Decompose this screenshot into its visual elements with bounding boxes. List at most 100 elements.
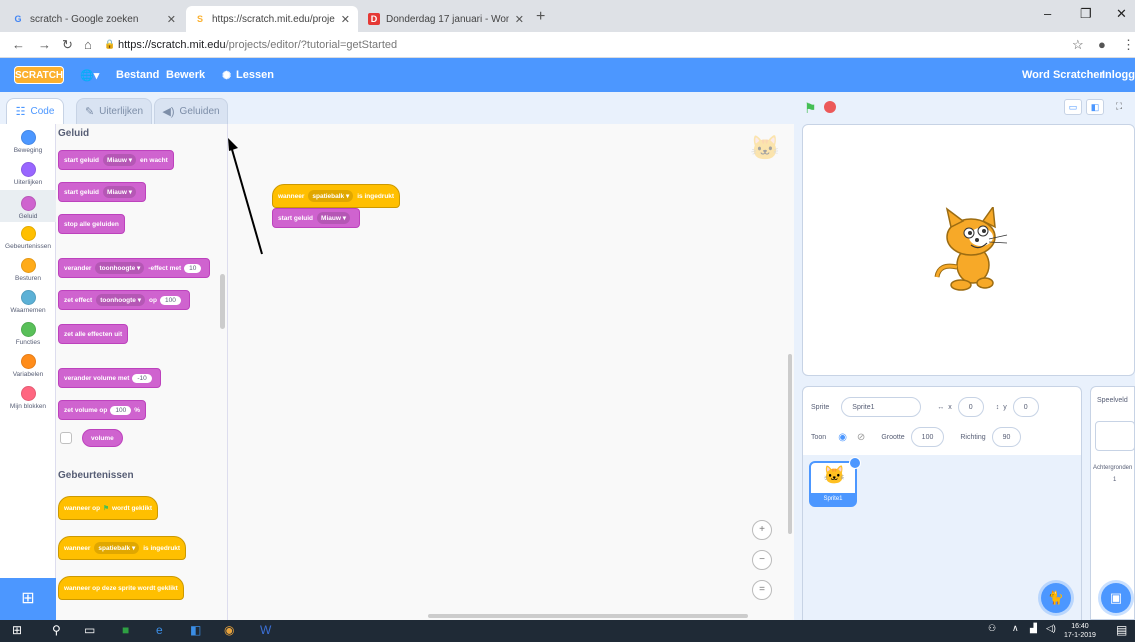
close-tab-icon[interactable]: ✕ xyxy=(167,13,176,26)
maximize-icon[interactable]: ❐ xyxy=(1080,6,1092,22)
volume-icon[interactable]: ◁) xyxy=(1046,623,1056,634)
script-hat-wanneer-ingedrukt[interactable]: wanneer spatiebalk ▾ is ingedrukt xyxy=(272,184,401,208)
notifications-icon[interactable]: ▤ xyxy=(1116,623,1127,637)
tray-chevron-icon[interactable]: ∧ xyxy=(1012,623,1019,634)
x-input[interactable]: 0 xyxy=(957,397,984,417)
edge-icon[interactable]: e xyxy=(156,623,163,637)
block-start-geluid-en-wacht[interactable]: start geluid Miauw ▾ en wacht xyxy=(58,150,174,170)
people-icon[interactable]: ⚇ xyxy=(988,623,996,634)
tab-code[interactable]: ☷ Code xyxy=(6,98,64,124)
block-wanneer-toets-ingedrukt[interactable]: wanneer spatiebalk ▾ is ingedrukt xyxy=(58,536,187,560)
close-tab-icon[interactable]: ✕ xyxy=(515,13,524,26)
key-dropdown[interactable]: spatiebalk ▾ xyxy=(94,542,140,554)
menu-kebab-icon[interactable]: ⋮ xyxy=(1122,37,1135,53)
number-input[interactable]: 100 xyxy=(110,405,132,415)
number-input[interactable]: -10 xyxy=(132,373,152,383)
tab-geluiden[interactable]: ◀) Geluiden xyxy=(154,98,228,124)
block-zet-effect[interactable]: zet effect toonhoogte ▾ op 100 xyxy=(58,290,190,310)
category-geluid[interactable]: Geluid xyxy=(0,190,56,222)
minimize-icon[interactable]: – xyxy=(1044,6,1051,21)
forward-icon[interactable]: → xyxy=(38,37,51,52)
zoom-in-button[interactable]: + xyxy=(752,520,772,540)
category-variabelen[interactable]: Variabelen xyxy=(0,354,56,378)
block-zet-alle-effecten-uit[interactable]: zet alle effecten uit xyxy=(58,324,129,344)
sign-in-link[interactable]: Inloggen xyxy=(1102,69,1135,81)
tab-uiterlijken[interactable]: ✎ Uiterlijken xyxy=(76,98,152,124)
hide-eye-icon[interactable]: ⊘ xyxy=(857,432,865,443)
windows-start-icon[interactable]: ⊞ xyxy=(12,623,22,637)
add-extension-button[interactable]: ⊞ xyxy=(0,578,56,620)
stage-backdrop-pane[interactable]: Speelveld Achtergronden 1 ▣ xyxy=(1090,386,1135,620)
backdrop-thumbnail[interactable] xyxy=(1095,421,1135,451)
sound-dropdown[interactable]: Miauw ▾ xyxy=(103,186,136,198)
block-wanneer-vlag-geklikt[interactable]: wanneer op ⚑ wordt geklikt xyxy=(58,496,159,520)
block-stop-alle-geluiden[interactable]: stop alle geluiden xyxy=(58,214,125,234)
size-input[interactable]: 100 xyxy=(910,427,945,447)
block-wanneer-sprite-geklikt[interactable]: wanneer op deze sprite wordt geklikt xyxy=(58,576,184,600)
palette-scrollbar[interactable] xyxy=(220,274,225,329)
number-input[interactable]: 10 xyxy=(184,263,202,273)
reporter-volume[interactable]: volume xyxy=(82,429,123,447)
block-zet-volume[interactable]: zet volume op 100% xyxy=(58,400,146,420)
system-clock[interactable]: 16:40 17-1-2019 xyxy=(1064,622,1096,640)
language-globe-icon[interactable]: 🌐▾ xyxy=(80,69,99,82)
green-flag-button[interactable]: ⚑ xyxy=(804,100,817,117)
category-besturen[interactable]: Besturen xyxy=(0,258,56,282)
block-verander-volume[interactable]: verander volume met -10 xyxy=(58,368,161,388)
zoom-out-button[interactable]: − xyxy=(752,550,772,570)
large-stage-button[interactable]: ◧ xyxy=(1086,99,1104,115)
category-beweging[interactable]: Beweging xyxy=(0,130,56,154)
block-verander-effect[interactable]: verander toonhoogte ▾ -effect met 10 xyxy=(58,258,211,278)
add-sprite-button[interactable]: 🐈 xyxy=(1041,583,1071,613)
category-mijn-blokken[interactable]: Mijn blokken xyxy=(0,386,56,410)
sprite-name-input[interactable]: Sprite1 xyxy=(841,397,922,417)
block-start-geluid[interactable]: start geluid Miauw ▾ xyxy=(58,182,146,202)
fullscreen-icon[interactable]: ⛶ xyxy=(1110,99,1128,115)
task-view-icon[interactable]: ▭ xyxy=(84,623,95,637)
profile-icon[interactable]: ● xyxy=(1098,37,1106,52)
browser-tab-scratch[interactable]: S https://scratch.mit.edu/projects/ ✕ xyxy=(186,6,358,32)
delete-sprite-icon[interactable] xyxy=(849,457,861,469)
sprite-thumbnail[interactable]: 🐱 Sprite1 xyxy=(809,457,861,507)
effect-dropdown[interactable]: toonhoogte ▾ xyxy=(96,294,146,306)
category-waarnemen[interactable]: Waarnemen xyxy=(0,290,56,314)
menu-lessen[interactable]: Lessen xyxy=(236,69,274,81)
add-backdrop-button[interactable]: ▣ xyxy=(1101,583,1131,613)
back-icon[interactable]: ← xyxy=(12,37,25,52)
network-icon[interactable]: ▟ xyxy=(1030,623,1037,634)
menu-bewerk[interactable]: Bewerk xyxy=(166,69,205,81)
category-gebeurtenissen[interactable]: Gebeurtenissen xyxy=(0,226,56,250)
small-stage-button[interactable]: ▭ xyxy=(1064,99,1082,115)
number-input[interactable]: 100 xyxy=(159,295,181,305)
effect-dropdown[interactable]: toonhoogte ▾ xyxy=(95,262,145,274)
chrome-icon[interactable]: ◉ xyxy=(224,623,234,637)
category-functies[interactable]: Functies xyxy=(0,322,56,346)
volume-monitor-checkbox[interactable] xyxy=(60,432,72,444)
sound-dropdown[interactable]: Miauw ▾ xyxy=(103,154,136,166)
category-uiterlijken[interactable]: Uiterlijken xyxy=(0,162,56,186)
word-icon[interactable]: W xyxy=(260,623,271,637)
url-field[interactable]: https://scratch.mit.edu/projects/editor/… xyxy=(118,39,397,51)
show-eye-icon[interactable]: ◉ xyxy=(838,432,847,443)
stop-button[interactable] xyxy=(824,101,836,113)
key-dropdown[interactable]: spatiebalk ▾ xyxy=(308,190,354,202)
scratch-cat-sprite[interactable] xyxy=(933,207,1013,292)
y-input[interactable]: 0 xyxy=(1012,397,1039,417)
scratch-logo[interactable]: SCRATCH xyxy=(14,66,64,84)
workspace-scrollbar-vertical[interactable] xyxy=(788,354,792,534)
browser-tab-google[interactable]: G scratch - Google zoeken ✕ xyxy=(4,6,184,32)
sound-dropdown[interactable]: Miauw ▾ xyxy=(317,212,350,224)
reload-icon[interactable]: ↻ xyxy=(62,37,73,53)
search-icon[interactable]: ⚲ xyxy=(52,623,61,637)
close-window-icon[interactable]: ✕ xyxy=(1116,6,1127,22)
menu-bestand[interactable]: Bestand xyxy=(116,69,159,81)
stage-canvas[interactable] xyxy=(802,124,1135,376)
browser-tab-donderdag[interactable]: D Donderdag 17 januari - Wonder! ✕ xyxy=(360,6,532,32)
home-icon[interactable]: ⌂ xyxy=(84,37,92,52)
new-tab-icon[interactable]: + xyxy=(536,8,545,26)
close-tab-icon[interactable]: ✕ xyxy=(341,13,350,26)
zoom-reset-button[interactable]: = xyxy=(752,580,772,600)
direction-input[interactable]: 90 xyxy=(991,427,1022,447)
media-icon[interactable]: ◧ xyxy=(190,623,201,637)
workspace-scrollbar-horizontal[interactable] xyxy=(428,614,748,618)
